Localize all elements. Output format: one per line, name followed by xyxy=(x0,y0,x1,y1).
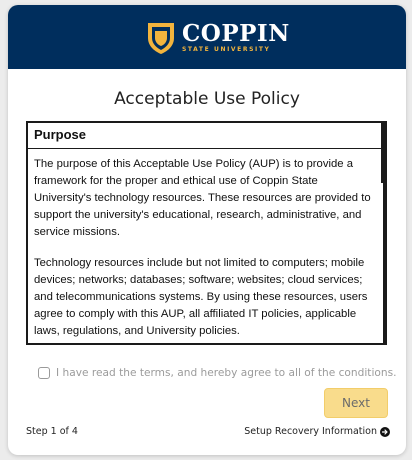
policy-heading: Purpose xyxy=(34,127,87,142)
agree-label[interactable]: I have read the terms, and hereby agree … xyxy=(56,367,396,379)
policy-divider xyxy=(28,148,383,149)
policy-paragraph-1: The purpose of this Acceptable Use Polic… xyxy=(34,158,371,238)
page-title: Acceptable Use Policy xyxy=(114,89,300,109)
agree-row[interactable]: I have read the terms, and hereby agree … xyxy=(38,367,396,379)
aup-card: COPPIN STATE UNIVERSITY Acceptable Use P… xyxy=(8,5,406,455)
arrow-circle-right-icon[interactable] xyxy=(380,426,390,437)
next-button[interactable]: Next xyxy=(324,388,388,418)
scrollbar-thumb[interactable] xyxy=(381,123,383,183)
shield-logo-icon xyxy=(148,23,174,54)
brand-subtitle: STATE UNIVERSITY xyxy=(182,46,271,53)
university-logo: COPPIN STATE UNIVERSITY xyxy=(146,19,290,57)
step-indicator: Step 1 of 4 xyxy=(26,426,78,437)
agree-checkbox[interactable] xyxy=(38,367,50,379)
setup-recovery-label[interactable]: Setup Recovery Information xyxy=(244,426,377,437)
policy-paragraph-2: Technology resources include but not lim… xyxy=(34,257,368,337)
policy-text-box[interactable]: Purpose The purpose of this Acceptable U… xyxy=(26,121,387,345)
setup-recovery-link[interactable]: Setup Recovery Information xyxy=(244,426,390,437)
header-bar: COPPIN STATE UNIVERSITY xyxy=(8,5,406,69)
brand-name: COPPIN xyxy=(182,20,290,47)
